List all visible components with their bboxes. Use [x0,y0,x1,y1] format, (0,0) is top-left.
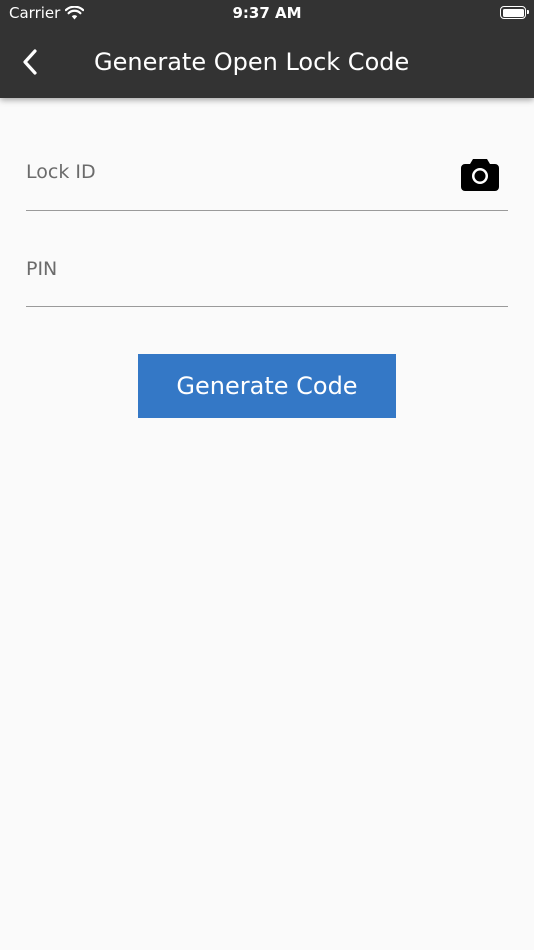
generate-code-button[interactable]: Generate Code [138,354,396,418]
battery-icon [500,6,529,19]
status-bar: Carrier 9:37 AM [0,0,534,28]
chevron-left-icon [23,49,37,75]
scan-lock-button[interactable] [460,156,500,192]
page-title: Generate Open Lock Code [94,48,410,76]
back-button[interactable] [12,44,48,80]
pin-field [26,253,508,307]
status-time: 9:37 AM [232,4,302,22]
app-header: Carrier 9:37 AM Generate Open Lock Code [0,0,534,98]
lock-id-input[interactable] [26,157,446,187]
pin-input[interactable] [26,254,446,284]
camera-icon [461,159,499,191]
lock-id-field [26,156,508,211]
